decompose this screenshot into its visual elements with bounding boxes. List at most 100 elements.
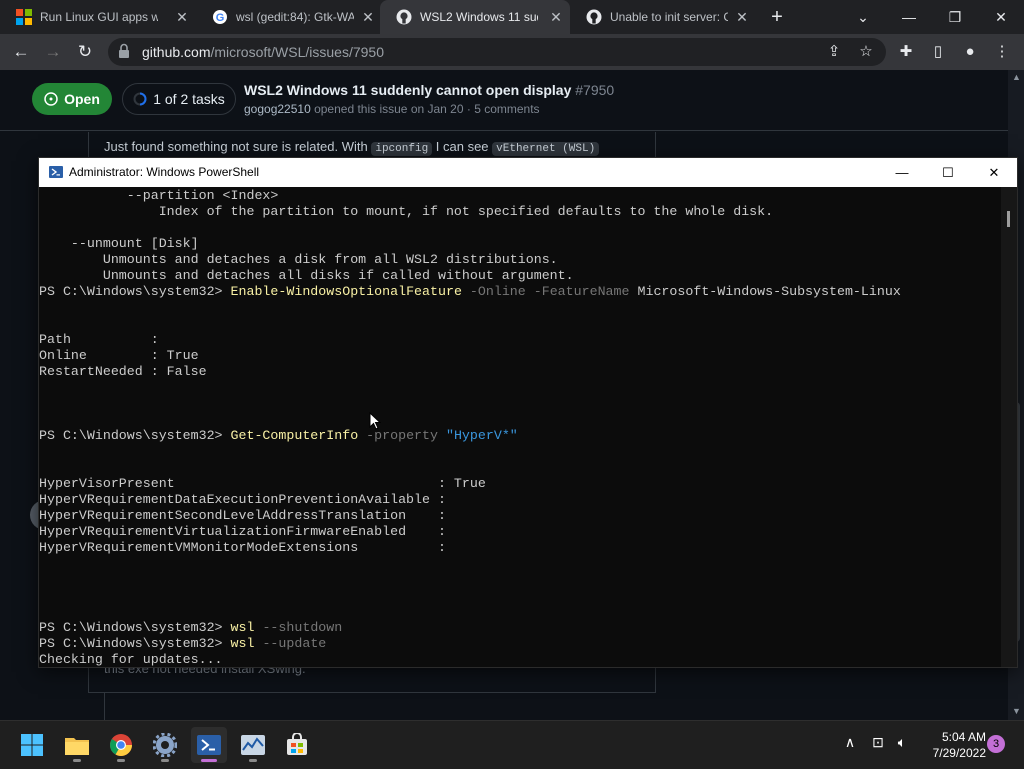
github-logo-icon bbox=[586, 9, 602, 25]
show-hidden-icons-chevron-icon[interactable]: ∧ bbox=[840, 734, 860, 751]
console-text: -property bbox=[358, 428, 438, 443]
running-indicator bbox=[73, 759, 81, 762]
mouse-cursor-icon bbox=[369, 412, 381, 430]
console-text: Online : True bbox=[39, 348, 199, 363]
console-text: Get-ComputerInfo bbox=[230, 428, 359, 443]
microsoft-logo-icon bbox=[16, 9, 32, 25]
share-icon[interactable]: ⇪ bbox=[824, 42, 844, 62]
bookmark-star-icon[interactable]: ☆ bbox=[856, 42, 876, 62]
sticky-issue-header: Open 1 of 2 tasks WSL2 Windows 11 sudden… bbox=[0, 70, 1008, 131]
close-tab-icon[interactable]: ✕ bbox=[734, 9, 750, 25]
google-logo-icon: G bbox=[213, 10, 227, 24]
tab-search-chevron-icon[interactable]: ⌄ bbox=[840, 0, 886, 34]
chrome-icon[interactable] bbox=[103, 727, 139, 763]
url-host: github.com bbox=[142, 44, 211, 60]
forward-arrow-icon[interactable]: → bbox=[42, 41, 64, 63]
issue-meta: gogog22510 opened this issue on Jan 20 ·… bbox=[244, 102, 540, 116]
maximize-button[interactable]: ☐ bbox=[925, 158, 971, 187]
minimize-button[interactable]: — bbox=[879, 158, 925, 187]
console-text: HyperVRequirementVirtualizationFirmwareE… bbox=[39, 524, 446, 539]
close-tab-icon[interactable]: ✕ bbox=[174, 9, 190, 25]
scroll-down-arrow-icon[interactable]: ▼ bbox=[1012, 706, 1021, 716]
restore-browser-button[interactable]: ❐ bbox=[932, 0, 978, 34]
running-indicator bbox=[249, 759, 257, 762]
console-text: Index of the partition to mount, if not … bbox=[39, 204, 774, 219]
issue-author-link[interactable]: gogog22510 bbox=[244, 102, 311, 116]
issue-state-badge: Open bbox=[32, 83, 112, 115]
console-text: HyperVisorPresent : True bbox=[39, 476, 486, 491]
console-text: --update bbox=[254, 636, 327, 651]
tasks-progress[interactable]: 1 of 2 tasks bbox=[122, 83, 236, 115]
network-icon[interactable]: ⊡ bbox=[868, 734, 888, 751]
system-clock[interactable]: 5:04 AM 7/29/2022 bbox=[918, 729, 986, 761]
volume-icon[interactable]: 🔈︎ bbox=[892, 734, 912, 751]
powershell-icon[interactable] bbox=[191, 727, 227, 763]
console-line: --partition <Index> bbox=[39, 188, 279, 204]
console-text: HyperVRequirementVMMonitorModeExtensions… bbox=[39, 540, 446, 555]
console-line: Path : bbox=[39, 332, 159, 348]
tab-run-linux-gui[interactable]: Run Linux GUI apps with ✕ bbox=[0, 0, 196, 34]
tab-wsl2-issue[interactable]: WSL2 Windows 11 sudd ✕ bbox=[380, 0, 570, 34]
tab-unable-to-init[interactable]: Unable to init server: Co ✕ bbox=[570, 0, 756, 34]
file-explorer-icon[interactable] bbox=[59, 727, 95, 763]
console-line: Unmounts and detaches a disk from all WS… bbox=[39, 252, 558, 268]
tab-title: Run Linux GUI apps with bbox=[40, 10, 158, 24]
tab-title: WSL2 Windows 11 sudd bbox=[420, 10, 538, 24]
console-line: PS C:\Windows\system32> Enable-WindowsOp… bbox=[39, 284, 901, 300]
console-text: PS C:\Windows\system32> bbox=[39, 636, 231, 651]
inline-code-vethernet: vEthernet (WSL) bbox=[492, 142, 600, 156]
comment-text-line: Just found something not sure is related… bbox=[104, 139, 600, 156]
browser-tab-strip: Run Linux GUI apps with ✕ G wsl (gedit:8… bbox=[0, 0, 1024, 34]
powershell-console-output[interactable]: --partition <Index> Index of the partiti… bbox=[39, 187, 1001, 667]
store-icon[interactable] bbox=[279, 727, 315, 763]
powershell-window[interactable]: Administrator: Windows PowerShell — ☐ ✕ … bbox=[38, 157, 1018, 668]
settings-icon[interactable] bbox=[147, 727, 183, 763]
issue-number: #7950 bbox=[575, 82, 615, 98]
console-text: Path : bbox=[39, 332, 159, 347]
comment-text: I can see bbox=[432, 139, 493, 154]
new-tab-button[interactable]: + bbox=[766, 6, 788, 28]
console-scrollbar-thumb[interactable] bbox=[1007, 211, 1010, 227]
close-browser-button[interactable]: ✕ bbox=[978, 0, 1024, 34]
console-line: PS C:\Windows\system32> Get-ComputerInfo… bbox=[39, 428, 518, 444]
console-scrollbar[interactable] bbox=[1001, 187, 1017, 667]
console-text: HyperVRequirementDataExecutionPrevention… bbox=[39, 492, 446, 507]
svg-text:G: G bbox=[216, 12, 225, 24]
console-text: Checking for updates... bbox=[39, 652, 223, 667]
windows-start-icon[interactable] bbox=[14, 727, 50, 763]
back-arrow-icon[interactable]: ← bbox=[10, 41, 32, 63]
powershell-title-bar[interactable]: Administrator: Windows PowerShell — ☐ ✕ bbox=[39, 158, 1017, 187]
console-text: PS C:\Windows\system32> bbox=[39, 428, 231, 443]
address-bar[interactable]: github.com/microsoft/WSL/issues/7950 bbox=[108, 38, 886, 66]
close-tab-icon[interactable]: ✕ bbox=[548, 9, 564, 25]
powershell-icon bbox=[49, 166, 63, 178]
side-panel-icon[interactable]: ▯ bbox=[928, 42, 948, 62]
running-indicator bbox=[117, 759, 125, 762]
lock-icon[interactable] bbox=[118, 43, 130, 59]
console-line: HyperVisorPresent : True bbox=[39, 476, 486, 492]
profile-icon[interactable]: ● bbox=[960, 42, 980, 62]
console-text: PS C:\Windows\system32> bbox=[39, 620, 231, 635]
console-text: --partition <Index> bbox=[39, 188, 279, 203]
tab-wsl-gedit[interactable]: G wsl (gedit:84): Gtk-WAR ✕ bbox=[196, 0, 382, 34]
url-path: /microsoft/WSL/issues/7950 bbox=[210, 44, 384, 60]
tab-title: wsl (gedit:84): Gtk-WAR bbox=[236, 10, 354, 24]
close-button[interactable]: ✕ bbox=[971, 158, 1017, 187]
console-line: RestartNeeded : False bbox=[39, 364, 207, 380]
issue-opened-icon bbox=[44, 92, 58, 106]
console-text: wsl bbox=[230, 620, 255, 635]
console-line: Index of the partition to mount, if not … bbox=[39, 204, 773, 220]
chrome-menu-icon[interactable]: ⋮ bbox=[992, 42, 1012, 62]
console-line: --unmount [Disk] bbox=[39, 236, 199, 252]
url-text: github.com/microsoft/WSL/issues/7950 bbox=[142, 44, 384, 60]
console-line: HyperVRequirementVirtualizationFirmwareE… bbox=[39, 524, 446, 540]
running-indicator bbox=[201, 759, 217, 762]
resource-monitor-icon[interactable] bbox=[235, 727, 271, 763]
scroll-up-arrow-icon[interactable]: ▲ bbox=[1012, 72, 1021, 82]
extensions-puzzle-icon[interactable]: ✚ bbox=[896, 42, 916, 62]
tab-title: Unable to init server: Co bbox=[610, 10, 728, 24]
notification-badge[interactable]: 3 bbox=[987, 735, 1005, 753]
reload-icon[interactable]: ↻ bbox=[74, 41, 96, 63]
minimize-browser-button[interactable]: — bbox=[886, 0, 932, 34]
close-tab-icon[interactable]: ✕ bbox=[360, 9, 376, 25]
